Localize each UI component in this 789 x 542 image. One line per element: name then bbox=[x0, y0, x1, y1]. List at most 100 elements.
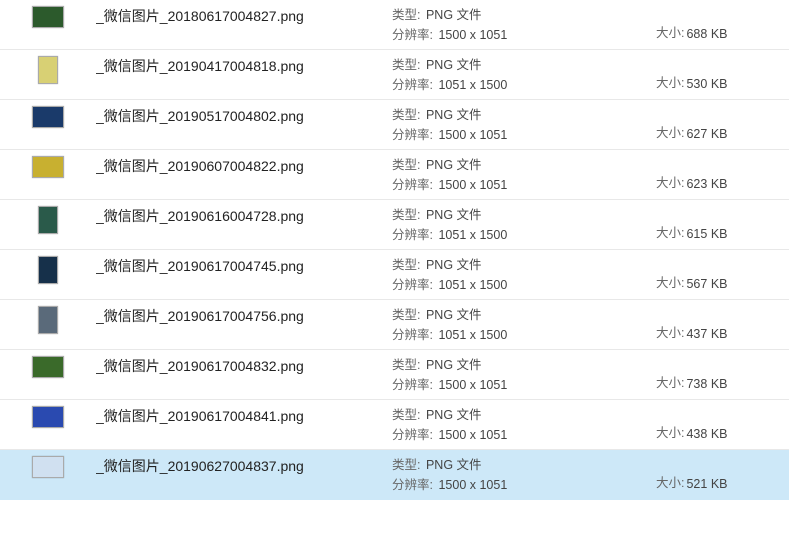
thumbnail-icon bbox=[32, 356, 64, 378]
file-meta: 类型: PNG 文件分辨率: 1051 x 1500 bbox=[392, 304, 656, 345]
type-label: 类型: bbox=[392, 258, 420, 272]
file-name: _微信图片_20190627004837.png bbox=[96, 454, 392, 476]
file-row[interactable]: _微信图片_20190627004837.png类型: PNG 文件分辨率: 1… bbox=[0, 450, 789, 500]
file-meta: 类型: PNG 文件分辨率: 1051 x 1500 bbox=[392, 254, 656, 295]
type-value: PNG 文件 bbox=[426, 358, 482, 372]
type-label: 类型: bbox=[392, 308, 420, 322]
resolution-value: 1500 x 1051 bbox=[438, 128, 507, 142]
type-value: PNG 文件 bbox=[426, 8, 482, 22]
type-label: 类型: bbox=[392, 58, 420, 72]
type-label: 类型: bbox=[392, 8, 420, 22]
size-value: 627 KB bbox=[686, 127, 727, 141]
type-value: PNG 文件 bbox=[426, 108, 482, 122]
type-value: PNG 文件 bbox=[426, 208, 482, 222]
resolution-label: 分辨率: bbox=[392, 228, 433, 242]
file-meta: 类型: PNG 文件分辨率: 1500 x 1051 bbox=[392, 104, 656, 145]
type-value: PNG 文件 bbox=[426, 258, 482, 272]
resolution-label: 分辨率: bbox=[392, 28, 433, 42]
size-label: 大小: bbox=[656, 222, 684, 241]
thumbnail-cell bbox=[0, 404, 96, 428]
file-row[interactable]: _微信图片_20190616004728.png类型: PNG 文件分辨率: 1… bbox=[0, 200, 789, 250]
type-label: 类型: bbox=[392, 208, 420, 222]
resolution-label: 分辨率: bbox=[392, 378, 433, 392]
size-value: 738 KB bbox=[686, 377, 727, 391]
file-size: 大小: 688 KB bbox=[656, 22, 784, 45]
size-value: 623 KB bbox=[686, 177, 727, 191]
file-name: _微信图片_20190617004841.png bbox=[96, 404, 392, 426]
file-meta: 类型: PNG 文件分辨率: 1500 x 1051 bbox=[392, 404, 656, 445]
resolution-label: 分辨率: bbox=[392, 78, 433, 92]
size-label: 大小: bbox=[656, 322, 684, 341]
resolution-label: 分辨率: bbox=[392, 178, 433, 192]
file-size: 大小: 437 KB bbox=[656, 322, 784, 345]
type-value: PNG 文件 bbox=[426, 458, 482, 472]
thumbnail-cell bbox=[0, 354, 96, 378]
resolution-value: 1051 x 1500 bbox=[438, 278, 507, 292]
resolution-value: 1500 x 1051 bbox=[438, 378, 507, 392]
resolution-value: 1500 x 1051 bbox=[438, 428, 507, 442]
file-row[interactable]: _微信图片_20190417004818.png类型: PNG 文件分辨率: 1… bbox=[0, 50, 789, 100]
thumbnail-icon bbox=[32, 456, 64, 478]
thumbnail-cell bbox=[0, 54, 96, 84]
file-size: 大小: 521 KB bbox=[656, 472, 784, 495]
type-value: PNG 文件 bbox=[426, 158, 482, 172]
size-label: 大小: bbox=[656, 172, 684, 191]
type-value: PNG 文件 bbox=[426, 58, 482, 72]
thumbnail-cell bbox=[0, 104, 96, 128]
size-label: 大小: bbox=[656, 72, 684, 91]
file-row[interactable]: _微信图片_20180617004827.png类型: PNG 文件分辨率: 1… bbox=[0, 0, 789, 50]
file-row[interactable]: _微信图片_20190517004802.png类型: PNG 文件分辨率: 1… bbox=[0, 100, 789, 150]
size-label: 大小: bbox=[656, 372, 684, 391]
resolution-label: 分辨率: bbox=[392, 478, 433, 492]
resolution-value: 1500 x 1051 bbox=[438, 178, 507, 192]
thumbnail-cell bbox=[0, 304, 96, 334]
resolution-value: 1051 x 1500 bbox=[438, 228, 507, 242]
type-label: 类型: bbox=[392, 108, 420, 122]
thumbnail-icon bbox=[32, 156, 64, 178]
size-value: 521 KB bbox=[686, 477, 727, 491]
file-meta: 类型: PNG 文件分辨率: 1500 x 1051 bbox=[392, 454, 656, 495]
thumbnail-cell bbox=[0, 4, 96, 28]
resolution-value: 1500 x 1051 bbox=[438, 28, 507, 42]
thumbnail-icon bbox=[32, 106, 64, 128]
type-label: 类型: bbox=[392, 458, 420, 472]
type-value: PNG 文件 bbox=[426, 408, 482, 422]
thumbnail-icon bbox=[38, 306, 58, 334]
size-label: 大小: bbox=[656, 472, 684, 491]
size-value: 688 KB bbox=[686, 27, 727, 41]
thumbnail-cell bbox=[0, 454, 96, 478]
file-size: 大小: 627 KB bbox=[656, 122, 784, 145]
resolution-label: 分辨率: bbox=[392, 328, 433, 342]
size-value: 567 KB bbox=[686, 277, 727, 291]
file-name: _微信图片_20190617004832.png bbox=[96, 354, 392, 376]
resolution-label: 分辨率: bbox=[392, 428, 433, 442]
type-value: PNG 文件 bbox=[426, 308, 482, 322]
thumbnail-cell bbox=[0, 254, 96, 284]
size-label: 大小: bbox=[656, 22, 684, 41]
size-value: 437 KB bbox=[686, 327, 727, 341]
file-meta: 类型: PNG 文件分辨率: 1500 x 1051 bbox=[392, 4, 656, 45]
size-value: 530 KB bbox=[686, 77, 727, 91]
file-name: _微信图片_20190616004728.png bbox=[96, 204, 392, 226]
file-meta: 类型: PNG 文件分辨率: 1500 x 1051 bbox=[392, 154, 656, 195]
file-list: _微信图片_20180617004827.png类型: PNG 文件分辨率: 1… bbox=[0, 0, 789, 500]
type-label: 类型: bbox=[392, 408, 420, 422]
thumbnail-icon bbox=[38, 256, 58, 284]
file-row[interactable]: _微信图片_20190607004822.png类型: PNG 文件分辨率: 1… bbox=[0, 150, 789, 200]
file-meta: 类型: PNG 文件分辨率: 1051 x 1500 bbox=[392, 54, 656, 95]
thumbnail-icon bbox=[32, 406, 64, 428]
file-row[interactable]: _微信图片_20190617004832.png类型: PNG 文件分辨率: 1… bbox=[0, 350, 789, 400]
file-row[interactable]: _微信图片_20190617004745.png类型: PNG 文件分辨率: 1… bbox=[0, 250, 789, 300]
thumbnail-icon bbox=[32, 6, 64, 28]
thumbnail-icon bbox=[38, 206, 58, 234]
file-name: _微信图片_20190517004802.png bbox=[96, 104, 392, 126]
resolution-value: 1500 x 1051 bbox=[438, 478, 507, 492]
file-row[interactable]: _微信图片_20190617004756.png类型: PNG 文件分辨率: 1… bbox=[0, 300, 789, 350]
type-label: 类型: bbox=[392, 158, 420, 172]
file-row[interactable]: _微信图片_20190617004841.png类型: PNG 文件分辨率: 1… bbox=[0, 400, 789, 450]
thumbnail-cell bbox=[0, 154, 96, 178]
file-size: 大小: 530 KB bbox=[656, 72, 784, 95]
size-label: 大小: bbox=[656, 422, 684, 441]
resolution-value: 1051 x 1500 bbox=[438, 78, 507, 92]
thumbnail-cell bbox=[0, 204, 96, 234]
